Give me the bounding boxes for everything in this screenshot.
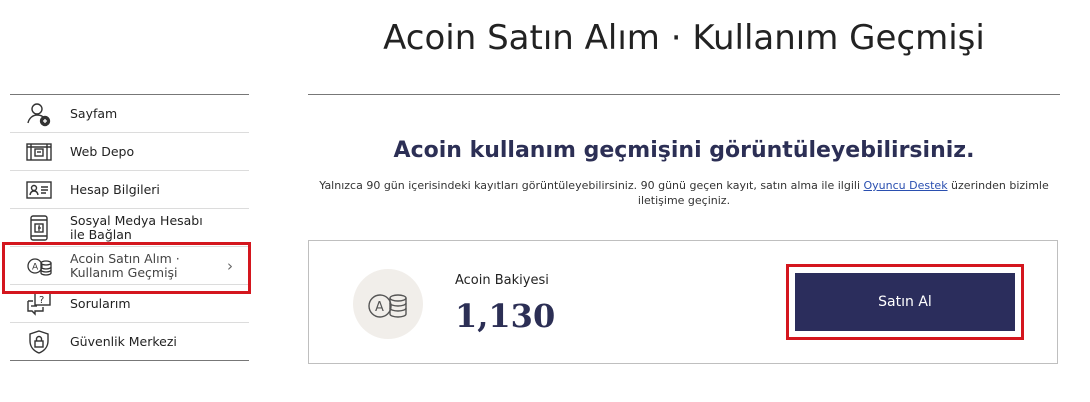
acoin-coins-icon: A (24, 251, 54, 281)
balance-value: 1,130 (455, 297, 556, 335)
acoin-balance-icon: A (353, 269, 423, 339)
sidebar-nav: Sayfam Web Depo Hesap Bilgileri Sosyal M… (10, 94, 249, 361)
support-link[interactable]: Oyuncu Destek (864, 179, 948, 192)
svg-text:A: A (375, 300, 384, 315)
sidebar-item-acoin-history[interactable]: A Acoin Satın Alım · Kullanım Geçmişi › (10, 247, 249, 285)
note-text-before: Yalnızca 90 gün içerisindeki kayıtları g… (319, 179, 864, 192)
svg-text:?: ? (39, 295, 44, 306)
svg-text:A: A (32, 262, 39, 272)
sidebar-item-label: Web Depo (70, 143, 135, 159)
chevron-right-icon: › (227, 257, 233, 275)
question-chat-icon: ? (24, 289, 54, 319)
balance-card: A Acoin Bakiyesi 1,130 Satın Al (308, 240, 1058, 364)
sidebar-item-label: Hesap Bilgileri (70, 181, 160, 197)
sidebar-item-hesap-bilgileri[interactable]: Hesap Bilgileri (10, 171, 249, 209)
page-title: Acoin Satın Alım · Kullanım Geçmişi (383, 18, 985, 58)
user-add-icon (24, 99, 54, 129)
sidebar-item-label: Güvenlik Merkezi (70, 333, 177, 349)
balance-label: Acoin Bakiyesi (455, 273, 549, 288)
phone-facebook-icon (24, 213, 54, 243)
storage-icon (24, 137, 54, 167)
shield-lock-icon (24, 327, 54, 357)
buy-acoin-button[interactable]: Satın Al (795, 273, 1015, 331)
sidebar-item-web-depo[interactable]: Web Depo (10, 133, 249, 171)
sidebar-item-sayfam[interactable]: Sayfam (10, 95, 249, 133)
sidebar-item-guvenlik[interactable]: Güvenlik Merkezi (10, 323, 249, 361)
retention-note: Yalnızca 90 gün içerisindeki kayıtları g… (318, 178, 1050, 208)
sidebar-item-label: Acoin Satın Alım · Kullanım Geçmişi (70, 250, 180, 280)
id-card-icon (24, 175, 54, 205)
page: Sayfam Web Depo Hesap Bilgileri Sosyal M… (0, 0, 1090, 402)
sidebar-item-label: Sorularım (70, 295, 131, 311)
page-subtitle: Acoin kullanım geçmişini görüntüleyebili… (393, 138, 975, 163)
sidebar-item-label: Sosyal Medya Hesabı ile Bağlan (70, 212, 203, 242)
sidebar-item-label: Sayfam (70, 105, 118, 121)
sidebar-item-sosyal-medya[interactable]: Sosyal Medya Hesabı ile Bağlan (10, 209, 249, 247)
title-divider (308, 94, 1060, 95)
sidebar-item-sorularim[interactable]: ? Sorularım (10, 285, 249, 323)
